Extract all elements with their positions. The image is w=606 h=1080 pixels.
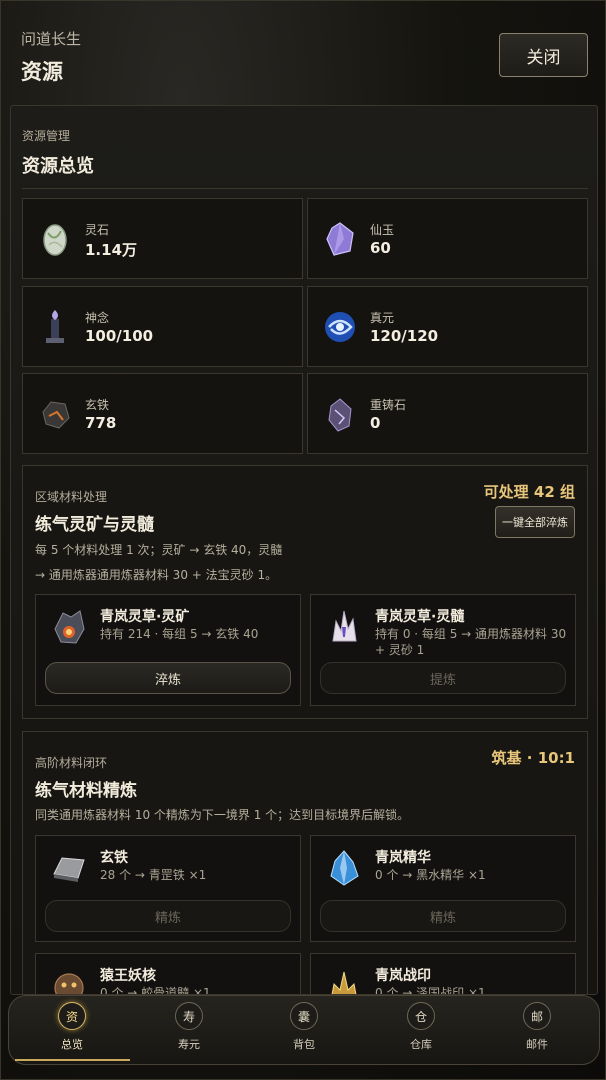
resource-name: 仙玉 [370, 223, 395, 237]
nav-label: 总览 [61, 1038, 83, 1051]
material-card-ore: 青岚灵草·灵矿 持有 214 · 每组 5 → 玄铁 40 淬炼 [35, 594, 301, 706]
nav-mail[interactable]: 邮 邮件 [507, 1002, 567, 1052]
refine-card-dark-iron: 玄铁 28 个 → 青罡铁 ×1 精炼 [35, 835, 301, 942]
overview-header: 资源管理 资源总览 [22, 127, 94, 178]
extract-button[interactable]: 提炼 [320, 662, 566, 694]
nav-label: 邮件 [526, 1038, 548, 1051]
resource-value: 120/120 [370, 327, 439, 345]
overview-section-label: 资源管理 [22, 129, 71, 143]
mail-badge-icon: 邮 [523, 1002, 551, 1030]
header: 问道长生 资源 关闭 [1, 1, 606, 101]
material-name: 青岚战印 [375, 968, 431, 984]
nav-overview[interactable]: 资 总览 [42, 1002, 102, 1052]
refine-card-demon-core: 猿王妖核 0 个 → 蛟骨道髓 ×1 [35, 953, 301, 995]
divider [22, 188, 588, 189]
resource-card-true-essence: 真元 120/120 [307, 286, 588, 367]
active-tab-indicator [15, 1059, 130, 1061]
dark-iron-icon [37, 394, 73, 434]
refine-desc: 同类通用炼器材料 10 个精炼为下一境界 1 个；达到目标境界后解锁。 [35, 808, 410, 822]
resource-card-divine-sense: 神念 100/100 [22, 286, 303, 367]
regional-desc-line2: → 通用炼器通用炼器材料 30 + 法宝灵砂 1。 [35, 568, 278, 582]
material-info: 28 个 → 青罡铁 ×1 [100, 868, 207, 882]
refine-section-label: 高阶材料闭环 [35, 756, 108, 770]
refine-all-button[interactable]: 一键全部淬炼 [495, 506, 575, 538]
spirit-marrow-icon [325, 607, 363, 647]
iron-ingot-icon [50, 848, 88, 888]
ape-king-core-icon [50, 966, 88, 994]
nav-lifespan[interactable]: 寿 寿元 [159, 1002, 219, 1052]
page-title: 资源 [21, 60, 63, 84]
overview-badge-icon: 资 [58, 1002, 86, 1030]
material-info: 0 个 → 蛟骨道髓 ×1 [100, 986, 211, 995]
refine-button[interactable]: 精炼 [320, 900, 566, 932]
refine-section-title: 练气材料精炼 [35, 781, 137, 801]
quench-button[interactable]: 淬炼 [45, 662, 291, 694]
regional-section-label: 区域材料处理 [35, 490, 108, 504]
nav-backpack[interactable]: 囊 背包 [274, 1002, 334, 1052]
resource-name: 玄铁 [85, 398, 110, 412]
resource-value: 60 [370, 239, 391, 257]
material-info: 0 个 → 泽国战印 ×1 [375, 986, 486, 995]
refine-button[interactable]: 精炼 [45, 900, 291, 932]
nav-label: 寿元 [178, 1038, 200, 1051]
processable-count: 可处理 42 组 [483, 483, 575, 501]
lifespan-badge-icon: 寿 [175, 1002, 203, 1030]
resource-scroll-panel[interactable]: 资源管理 资源总览 灵石 1.14万 仙玉 60 神念 100/100 真元 1… [10, 105, 598, 995]
divine-sense-icon [37, 307, 73, 347]
resource-card-dark-iron: 玄铁 778 [22, 373, 303, 454]
resource-value: 778 [85, 414, 117, 432]
spirit-stone-icon [37, 219, 73, 259]
backpack-badge-icon: 囊 [290, 1002, 318, 1030]
close-button[interactable]: 关闭 [499, 33, 588, 77]
resource-name: 神念 [85, 311, 110, 325]
material-name: 青岚灵草·灵矿 [100, 609, 190, 625]
resource-name: 灵石 [85, 223, 110, 237]
resource-value: 0 [370, 414, 381, 432]
app-name: 问道长生 [21, 30, 82, 48]
nav-label: 仓库 [410, 1038, 432, 1051]
resource-value: 1.14万 [85, 241, 138, 259]
refine-card-war-seal: 青岚战印 0 个 → 泽国战印 ×1 [310, 953, 576, 995]
app-frame: 问道长生 资源 关闭 资源管理 资源总览 灵石 1.14万 仙玉 60 神念 1… [0, 0, 606, 1080]
material-name: 玄铁 [100, 850, 128, 866]
immortal-jade-icon [322, 219, 358, 259]
resource-card-spirit-stone: 灵石 1.14万 [22, 198, 303, 279]
regional-desc-line1: 每 5 个材料处理 1 次；灵矿 → 玄铁 40，灵髓 [35, 543, 283, 557]
bottom-nav: 资 总览 寿 寿元 囊 背包 仓 仓库 邮 邮件 [8, 995, 600, 1065]
essence-crystal-icon [325, 848, 363, 888]
regional-section-title: 练气灵矿与灵髓 [35, 515, 154, 535]
material-card-marrow: 青岚灵草·灵髓 持有 0 · 每组 5 → 通用炼器材料 30 + 灵砂 1 提… [310, 594, 576, 706]
resource-card-reforge-stone: 重铸石 0 [307, 373, 588, 454]
resource-name: 重铸石 [370, 398, 407, 412]
resource-name: 真元 [370, 311, 395, 325]
material-name: 青岚精华 [375, 850, 431, 866]
realm-ratio: 筑基 · 10:1 [491, 749, 575, 767]
material-info: 持有 0 · 每组 5 → 通用炼器材料 30 + 灵砂 1 [375, 627, 567, 657]
nav-label: 背包 [293, 1038, 315, 1051]
material-info: 持有 214 · 每组 5 → 玄铁 40 [100, 627, 259, 641]
reforge-stone-icon [322, 394, 358, 434]
regional-processing-section: 区域材料处理 练气灵矿与灵髓 可处理 42 组 一键全部淬炼 每 5 个材料处理… [22, 465, 588, 719]
refine-section: 高阶材料闭环 练气材料精炼 筑基 · 10:1 同类通用炼器材料 10 个精炼为… [22, 731, 588, 995]
nav-warehouse[interactable]: 仓 仓库 [391, 1002, 451, 1052]
resource-value: 100/100 [85, 327, 154, 345]
overview-section-title: 资源总览 [22, 156, 94, 177]
warehouse-badge-icon: 仓 [407, 1002, 435, 1030]
refine-card-essence: 青岚精华 0 个 → 黑水精华 ×1 精炼 [310, 835, 576, 942]
material-info: 0 个 → 黑水精华 ×1 [375, 868, 486, 882]
true-essence-icon [322, 307, 358, 347]
resource-card-immortal-jade: 仙玉 60 [307, 198, 588, 279]
material-name: 猿王妖核 [100, 968, 156, 984]
spirit-ore-icon [50, 607, 88, 647]
material-name: 青岚灵草·灵髓 [375, 609, 465, 625]
war-seal-icon [325, 966, 363, 994]
